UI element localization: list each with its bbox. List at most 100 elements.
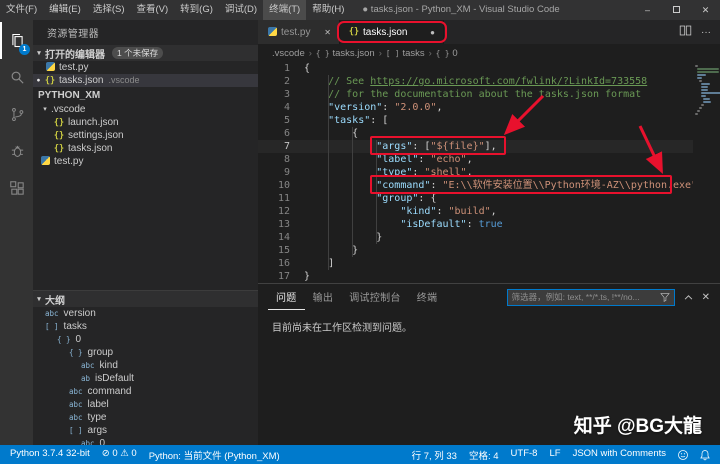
breadcrumb-item[interactable]: { } 0 (436, 48, 458, 59)
unsaved-badge: 1 个未保存 (112, 47, 164, 59)
menu-selection[interactable]: 选择(S) (87, 0, 131, 20)
outline-item-0[interactable]: abc 0 (33, 437, 258, 445)
breadcrumb-label: tasks (402, 47, 425, 59)
tree-item-tasks.json[interactable]: {} tasks.json (33, 142, 258, 155)
outline-item-version[interactable]: abc version (33, 307, 258, 320)
debug-icon[interactable] (0, 133, 33, 170)
boolean-symbol-icon: ab (81, 374, 91, 383)
status-indentation[interactable]: 空格: 4 (463, 448, 505, 462)
maximize-panel-icon[interactable] (683, 292, 694, 303)
explorer-icon[interactable]: 1 (0, 22, 33, 59)
split-editor-icon[interactable] (679, 24, 692, 40)
status-language-mode[interactable]: JSON with Comments (567, 448, 672, 462)
close-icon[interactable]: ✕ (324, 28, 331, 37)
feedback-smiley-icon[interactable] (672, 449, 694, 461)
string-symbol-icon: abc (69, 400, 83, 409)
minimap[interactable] (693, 62, 720, 283)
close-panel-icon[interactable]: ✕ (702, 292, 710, 303)
outline-header[interactable]: ▾ 大纲 (33, 291, 258, 307)
menu-edit[interactable]: 编辑(E) (43, 0, 87, 20)
maximize-button[interactable] (662, 0, 691, 20)
menu-terminal[interactable]: 终端(T) (263, 0, 307, 20)
status-right-group: 行 7, 列 33 空格: 4 UTF-8 LF JSON with Comments (406, 448, 716, 462)
outline-item-type[interactable]: abc type (33, 411, 258, 424)
code-editor[interactable]: 1{2 // See https://go.microsoft.com/fwli… (258, 62, 720, 283)
editor-actions: ··· (679, 20, 720, 44)
minimap-line (701, 89, 708, 91)
outline-item-args[interactable]: [ ] args (33, 424, 258, 437)
panel-tab-调试控制台[interactable]: 调试控制台 (341, 284, 409, 310)
line-content: "label": "echo", (376, 154, 473, 165)
filter-icon[interactable] (659, 292, 670, 302)
line-number: 3 (283, 89, 290, 100)
menu-file[interactable]: 文件(F) (0, 0, 43, 20)
outline-item-isDefault[interactable]: ab isDefault (33, 372, 258, 385)
line-number: 4 (283, 102, 290, 113)
tab-test.py[interactable]: test.py ✕ (258, 20, 340, 44)
breadcrumb-item[interactable]: [ ] tasks (386, 48, 425, 59)
file-name: tasks.json (59, 75, 104, 86)
status-problems[interactable]: ⊘ 0 ⚠ 0 (96, 448, 143, 462)
menu-view[interactable]: 查看(V) (130, 0, 174, 20)
menu-help[interactable]: 帮助(H) (306, 0, 350, 20)
outline-item-kind[interactable]: abc kind (33, 359, 258, 372)
search-icon[interactable] (0, 59, 33, 96)
breadcrumb-label: .vscode (272, 47, 305, 59)
workspace-name: PYTHON_XM (38, 89, 101, 101)
panel-tab-问题[interactable]: 问题 (268, 284, 305, 310)
outline-item-group[interactable]: { } group (33, 346, 258, 359)
workspace-header[interactable]: PYTHON_XM (33, 87, 258, 103)
line-content: "isDefault": true (400, 219, 503, 230)
title-bar: 文件(F) 编辑(E) 选择(S) 查看(V) 转到(G) 调试(D) 终端(T) 帮助(H)… (0, 0, 720, 20)
status-eol[interactable]: LF (543, 448, 566, 462)
menu-go[interactable]: 转到(G) (174, 0, 219, 20)
problems-filter (506, 288, 675, 306)
panel-tab-终端[interactable]: 终端 (409, 284, 446, 310)
open-editors-header[interactable]: ▾ 打开的编辑器 1 个未保存 (33, 45, 258, 61)
outline-item-0[interactable]: { } 0 (33, 333, 258, 346)
close-button[interactable]: ✕ (691, 0, 720, 20)
symbol-name: 0 (99, 438, 106, 445)
breadcrumb-item[interactable]: { } tasks.json (316, 48, 375, 59)
panel-tab-输出[interactable]: 输出 (305, 284, 342, 310)
minimap-line (703, 98, 710, 100)
status-python-scope[interactable]: Python: 当前文件 (Python_XM) (143, 448, 286, 462)
breadcrumb-item[interactable]: .vscode (272, 48, 305, 59)
string-symbol-icon: abc (81, 361, 95, 370)
tree-item-test.py[interactable]: test.py (33, 155, 258, 168)
outline-item-command[interactable]: abc command (33, 385, 258, 398)
string-symbol-icon: abc (81, 439, 95, 445)
activity-badge: 1 (19, 44, 30, 55)
explorer-title: 资源管理器 (47, 29, 99, 40)
outline-item-tasks[interactable]: [ ] tasks (33, 320, 258, 333)
tree-item-launch.json[interactable]: {} launch.json (33, 116, 258, 129)
problems-filter-input[interactable] (511, 292, 660, 302)
status-encoding[interactable]: UTF-8 (505, 448, 544, 462)
line-content: "args": ["${file}"], (376, 141, 497, 152)
tree-item-.vscode[interactable]: ▾ .vscode (33, 103, 258, 116)
source-control-icon[interactable] (0, 96, 33, 133)
line-content: } (304, 232, 383, 243)
open-editor-item[interactable]: test.py (33, 61, 258, 74)
outline-item-label[interactable]: abc label (33, 398, 258, 411)
breadcrumb: .vscode ›{ } tasks.json ›[ ] tasks ›{ } 0 (258, 44, 720, 62)
open-editor-item[interactable]: ●{} tasks.json .vscode (33, 74, 258, 87)
minimap-line (695, 113, 698, 115)
notifications-bell-icon[interactable] (694, 449, 716, 461)
menu-debug[interactable]: 调试(D) (219, 0, 263, 20)
extensions-icon[interactable] (0, 170, 33, 207)
json-file-icon: {} (44, 75, 56, 86)
tab-tasks.json[interactable]: {} tasks.json ● (340, 20, 444, 44)
minimize-button[interactable]: – (633, 0, 662, 20)
code-line-1[interactable]: 1{ (258, 62, 720, 75)
json-symbol-icon: { } (315, 48, 330, 58)
more-actions-icon[interactable]: ··· (701, 27, 711, 38)
symbol-name: label (87, 399, 109, 410)
status-cursor-position[interactable]: 行 7, 列 33 (406, 448, 463, 462)
tab-label: test.py (281, 26, 311, 38)
editor-area: test.py ✕{} tasks.json ● ··· .vscode ›{ } tas… (258, 20, 720, 445)
tree-item-settings.json[interactable]: {} settings.json (33, 129, 258, 142)
status-python-version[interactable]: Python 3.7.4 32-bit (4, 448, 96, 462)
minimap-line (695, 65, 698, 67)
code-line-17[interactable]: 17} (258, 270, 720, 283)
